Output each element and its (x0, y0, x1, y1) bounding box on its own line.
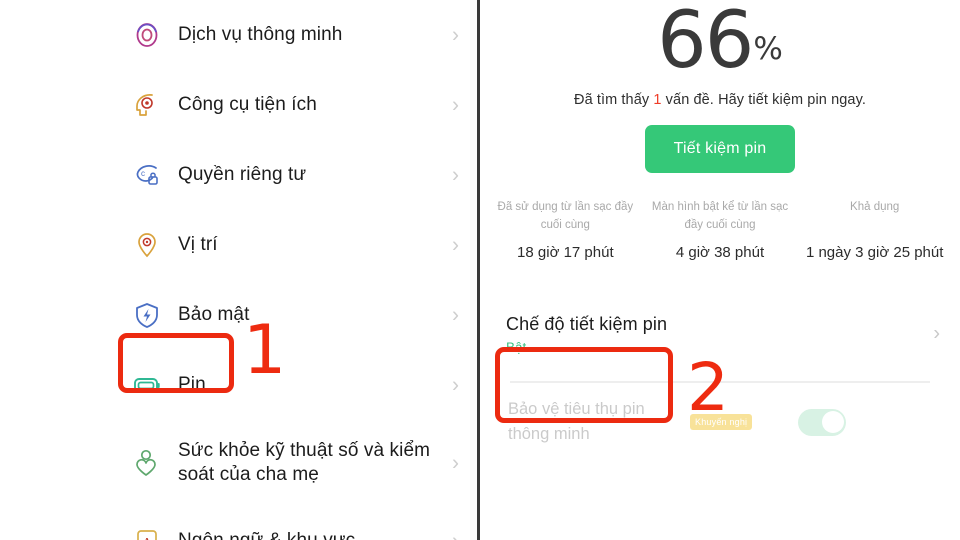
svg-text:c: c (141, 169, 145, 178)
stat-label: Màn hình bật kể từ lần sạc đầy cuối cùng (651, 201, 789, 231)
chevron-right-icon: › (452, 93, 459, 117)
smart-services-icon (130, 18, 164, 52)
language-icon: A (130, 524, 164, 540)
chevron-right-icon: › (452, 303, 459, 327)
sidebar-item-security[interactable]: Bảo mật › (0, 280, 477, 350)
battery-issue-text: Đã tìm thấy 1 vấn đề. Hãy tiết kiệm pin … (480, 92, 960, 108)
stat-used-since-charge: Đã sử dụng từ lần sạc đầy cuối cùng 18 g… (488, 199, 643, 261)
stat-value: 1 ngày 3 giờ 25 phút (805, 244, 944, 261)
sidebar-item-label: Sức khỏe kỹ thuật số và kiểm soát của ch… (178, 439, 431, 485)
chevron-right-icon: › (452, 531, 459, 540)
sidebar-item-smart-services[interactable]: Dịch vụ thông minh › (0, 0, 477, 70)
battery-percentage: 66% (480, 2, 960, 80)
utility-tools-icon (130, 88, 164, 122)
sidebar-item-battery[interactable]: Pin › (0, 350, 477, 420)
stat-label: Khả dụng (850, 201, 900, 213)
sidebar-item-digital-wellbeing[interactable]: Sức khỏe kỹ thuật số và kiểm soát của ch… (0, 420, 477, 506)
sidebar-item-privacy[interactable]: c Quyền riêng tư › (0, 140, 477, 210)
privacy-icon: c (130, 158, 164, 192)
shield-security-icon (130, 298, 164, 332)
sidebar-item-label: Bảo mật (178, 303, 250, 325)
smart-battery-title: Bảo vệ tiêu thụ pin thông minh (508, 399, 645, 444)
chevron-right-icon: › (452, 163, 459, 187)
chevron-right-icon: › (452, 373, 459, 397)
chevron-right-icon: › (933, 322, 940, 345)
stat-value: 4 giờ 38 phút (675, 244, 765, 261)
battery-saver-title: Chế độ tiết kiệm pin (506, 313, 668, 334)
sidebar-item-language[interactable]: A Ngôn ngữ & khu vực › (0, 506, 477, 540)
stat-value: 18 giờ 17 phút (517, 244, 614, 261)
issue-count: 1 (653, 92, 662, 108)
percent-symbol: % (753, 31, 783, 67)
annotation-step-one: 1 (243, 311, 287, 390)
sidebar-item-label: Công cụ tiện ích (178, 93, 317, 115)
settings-panel: Dịch vụ thông minh › Công cụ tiện ích › (0, 0, 477, 540)
issue-suffix: vấn đề. Hãy tiết kiệm pin ngay. (661, 92, 866, 108)
chevron-right-icon: › (452, 233, 459, 257)
sidebar-item-utility-tools[interactable]: Công cụ tiện ích › (0, 70, 477, 140)
screenshot-root: Dịch vụ thông minh › Công cụ tiện ích › (0, 0, 960, 540)
sidebar-item-label: Vị trí (178, 233, 218, 255)
toggle-knob (821, 411, 844, 434)
chevron-right-icon: › (452, 451, 459, 475)
battery-percent-value: 66 (657, 0, 754, 86)
sidebar-item-location[interactable]: Vị trí › (0, 210, 477, 280)
svg-text:A: A (142, 536, 153, 540)
smart-battery-toggle[interactable] (798, 408, 847, 436)
stat-label: Đã sử dụng từ lần sạc đầy cuối cùng (497, 201, 634, 231)
chevron-right-icon: › (452, 23, 459, 47)
sidebar-item-label: Ngôn ngữ & khu vực (178, 529, 355, 540)
battery-panel: 66% Đã tìm thấy 1 vấn đề. Hãy tiết kiệm … (480, 0, 960, 540)
digital-wellbeing-icon (130, 446, 164, 480)
stat-screen-on-since-charge: Màn hình bật kể từ lần sạc đầy cuối cùng… (643, 199, 798, 261)
annotation-step-two: 2 (687, 349, 729, 426)
settings-list: Dịch vụ thông minh › Công cụ tiện ích › (0, 0, 477, 540)
location-pin-icon (130, 228, 164, 262)
issue-prefix: Đã tìm thấy (574, 92, 654, 108)
battery-stats: Đã sử dụng từ lần sạc đầy cuối cùng 18 g… (480, 199, 960, 261)
sidebar-item-label: Dịch vụ thông minh (178, 23, 343, 45)
battery-icon (130, 368, 164, 402)
stat-available: Khả dụng 1 ngày 3 giờ 25 phút (797, 199, 952, 261)
save-battery-button[interactable]: Tiết kiệm pin (645, 125, 795, 173)
sidebar-item-label: Quyền riêng tư (178, 163, 307, 185)
sidebar-item-label: Pin (178, 373, 206, 395)
